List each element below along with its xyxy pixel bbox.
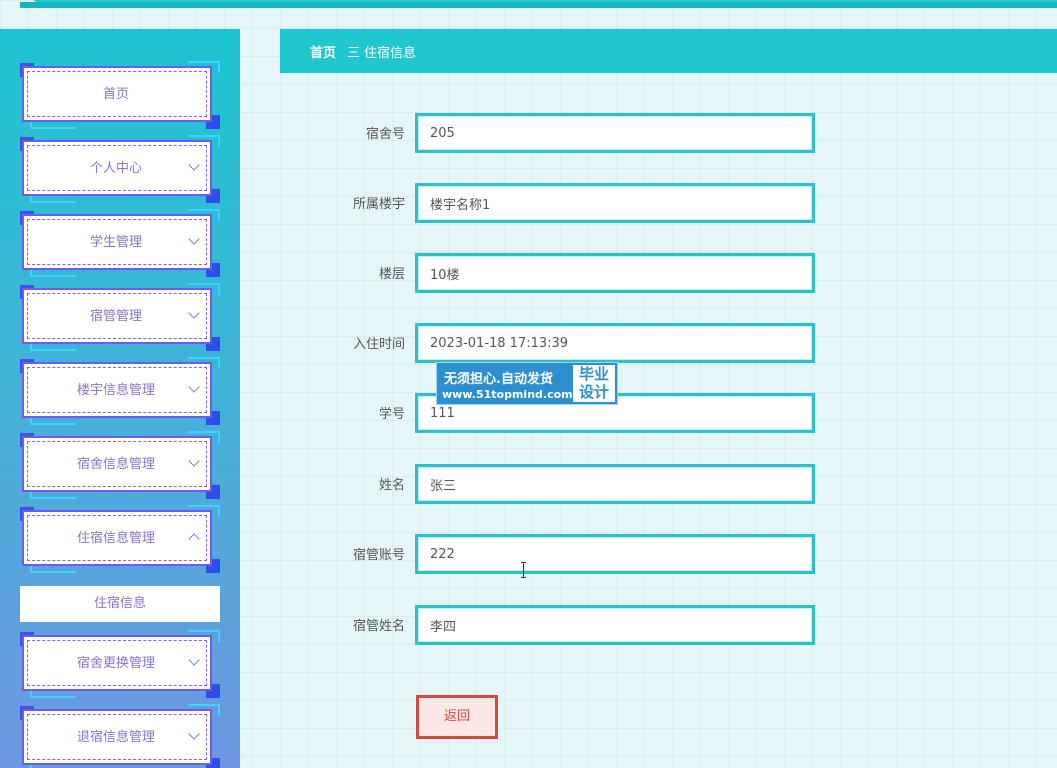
sidebar-item-building-info-management[interactable]: 楼宇信息管理 (20, 357, 220, 425)
sidebar-subitem-accommodation-info[interactable]: 住宿信息 (20, 586, 220, 622)
form-row-floor: 楼层 (330, 253, 820, 293)
sidebar-item-dorm-info-management[interactable]: 宿舍信息管理 (20, 431, 220, 499)
checkin-time-field[interactable] (418, 326, 812, 360)
field-label: 宿管姓名 (352, 619, 405, 634)
breadcrumb: 首页 三 住宿信息 (280, 29, 1057, 73)
sidebar-item-dorm-manager-management[interactable]: 宿管管理 (20, 283, 220, 351)
field-label: 入住时间 (352, 337, 405, 352)
field-label: 楼层 (378, 267, 405, 282)
form-row-building: 所属楼宇 (330, 183, 820, 223)
field-label: 宿舍号 (365, 127, 405, 142)
form-row-manager-name: 宿管姓名 (330, 605, 820, 645)
back-button[interactable]: 返回 (416, 695, 498, 739)
breadcrumb-current: 住宿信息 (364, 46, 417, 61)
breadcrumb-separator: 三 (347, 46, 361, 61)
sidebar-item-label: 楼宇信息管理 (76, 383, 155, 398)
top-header-band (20, 0, 1057, 8)
building-field[interactable] (418, 186, 812, 220)
sidebar-item-accommodation-info-management[interactable]: 住宿信息管理 (20, 505, 220, 573)
sidebar-item-dorm-change-management[interactable]: 宿舍更换管理 (20, 630, 220, 698)
field-label: 姓名 (378, 478, 405, 493)
sidebar-item-personal-center[interactable]: 个人中心 (20, 135, 220, 203)
floor-field[interactable] (418, 256, 812, 290)
sidebar-item-label: 退宿信息管理 (76, 730, 155, 745)
watermark-tag-bottom: 设计 (579, 383, 610, 401)
field-label: 宿管账号 (352, 548, 405, 563)
field-label: 所属楼宇 (352, 197, 405, 212)
sidebar: 首页 个人中心 学生管理 宿管管理 楼宇信息管理 宿舍信息管理 住宿信息管理 住… (0, 29, 240, 768)
sidebar-item-label: 住宿信息管理 (76, 531, 155, 546)
breadcrumb-home-link[interactable]: 首页 (310, 42, 336, 61)
text-cursor-icon (521, 562, 527, 578)
form-row-manager-account: 宿管账号 (330, 534, 820, 574)
sidebar-item-home[interactable]: 首页 (20, 61, 220, 129)
form-row-dorm-number: 宿舍号 (330, 113, 820, 153)
sidebar-item-label: 宿舍更换管理 (76, 656, 155, 671)
name-field[interactable] (418, 467, 812, 501)
sidebar-item-label: 宿管管理 (89, 309, 142, 324)
manager-name-field[interactable] (418, 608, 812, 642)
sidebar-item-checkout-info-management[interactable]: 退宿信息管理 (20, 704, 220, 768)
watermark-slogan: 无须担心.自动发货 (444, 372, 553, 387)
watermark-url: www.51topmind.com (442, 388, 573, 401)
form-row-name: 姓名 (330, 464, 820, 504)
sidebar-item-label: 宿舍信息管理 (76, 457, 155, 472)
sidebar-item-student-management[interactable]: 学生管理 (20, 209, 220, 277)
watermark-badge: 无须担心.自动发货 www.51topmind.com 毕业 设计 (436, 362, 618, 405)
form-row-checkin-time: 入住时间 (330, 323, 820, 363)
sidebar-item-label: 首页 (102, 87, 129, 102)
field-label: 学号 (378, 407, 405, 422)
watermark-tag-top: 毕业 (579, 365, 610, 383)
sidebar-item-label: 个人中心 (89, 161, 142, 176)
dorm-number-field[interactable] (418, 116, 812, 150)
manager-account-field[interactable] (418, 537, 812, 571)
sidebar-item-label: 学生管理 (89, 235, 142, 250)
